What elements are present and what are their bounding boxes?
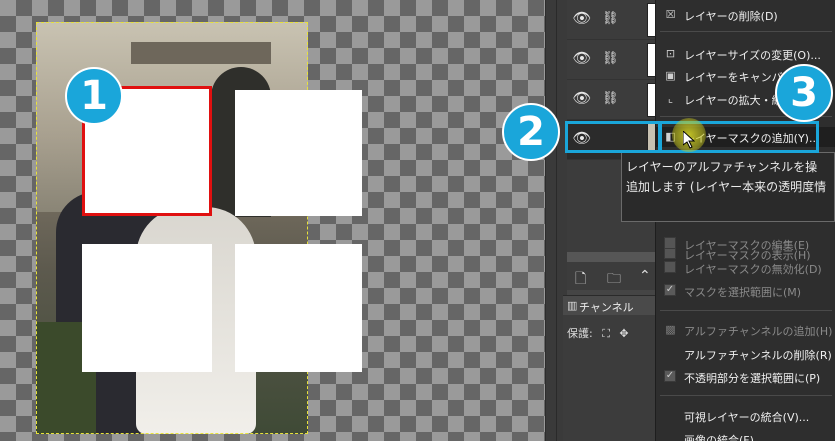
cursor-icon: [683, 131, 695, 149]
menu-item-add-alpha-channel[interactable]: ▩ アルファチャンネルの追加(H): [656, 320, 835, 340]
raise-layer-icon[interactable]: ⌃: [639, 268, 651, 284]
annotation-badge-2: 2: [502, 103, 560, 161]
menu-item-label: レイヤーマスクの無効化(D): [684, 263, 822, 276]
chain-icon[interactable]: ⛓: [602, 10, 619, 28]
chain-icon[interactable]: ⛓: [602, 90, 619, 108]
menu-item-delete-layer[interactable]: ☒ レイヤーの削除(D): [656, 5, 835, 25]
annotation-badge-3: 3: [775, 64, 833, 122]
menu-item-label: 画像の統合(F): [684, 434, 754, 441]
tab-channels[interactable]: ▥ チャンネル: [563, 295, 662, 315]
lock-label: 保護:: [567, 327, 593, 340]
checkbox: ✓: [664, 284, 676, 296]
menu-separator: [660, 31, 832, 32]
tooltip-line: レイヤーのアルファチャンネルを操: [626, 160, 818, 174]
lock-row: 保護: ⛶ ✥: [567, 325, 629, 341]
checkbox: [664, 261, 677, 274]
menu-item-remove-alpha-channel[interactable]: アルファチャンネルの削除(R): [656, 344, 835, 364]
menu-item-layer-boundary-size[interactable]: ⊡ レイヤーサイズの変更(O)...: [656, 44, 835, 64]
menu-separator: [660, 395, 832, 396]
delete-icon: ☒: [665, 8, 676, 21]
menu-separator: [660, 310, 832, 311]
annotation-badge-1: 1: [65, 67, 123, 125]
menu-item-merge-visible[interactable]: 可視レイヤーの統合(V)...: [656, 406, 835, 426]
eye-icon[interactable]: 👁: [572, 10, 592, 26]
chain-icon[interactable]: ⛓: [602, 50, 619, 68]
channels-panel: 保護: ⛶ ✥: [563, 315, 662, 441]
alpha-icon: ▩: [665, 323, 676, 336]
layers-scrollbar[interactable]: [567, 252, 662, 262]
checkbox: ✓: [664, 370, 676, 382]
menu-item-label: レイヤーサイズの変更(O)...: [684, 49, 821, 62]
menu-item-label: レイヤーの拡大・縮: [684, 94, 783, 107]
white-square-bottom-left[interactable]: [82, 244, 212, 372]
resize-icon: ⊡: [665, 47, 676, 60]
menu-item-label: マスクを選択範囲に(M): [684, 286, 802, 299]
new-group-icon[interactable]: 🗀: [607, 268, 621, 292]
scale-icon: ⌞: [667, 92, 674, 105]
menu-item-edit-layer-mask[interactable]: レイヤーマスクの編集(E): [656, 234, 835, 254]
channel-icon: ▥: [567, 299, 578, 312]
menu-item-mask-to-selection[interactable]: ✓ マスクを選択範囲に(M): [656, 281, 835, 301]
highlight-box-step-2: [565, 121, 661, 153]
menu-item-label: 可視レイヤーの統合(V)...: [684, 411, 810, 424]
fit-canvas-icon: ▣: [665, 69, 676, 82]
layers-button-bar: 🗋 🗀 ⌃: [567, 266, 662, 288]
tooltip-line: 追加します (レイヤー本来の透明度情: [626, 180, 827, 194]
menu-item-label: 不透明部分を選択範囲に(P): [684, 372, 821, 385]
white-square-bottom-right[interactable]: [235, 244, 362, 372]
eye-icon[interactable]: 👁: [572, 90, 592, 106]
image-canvas[interactable]: [0, 0, 545, 441]
tooltip: レイヤーのアルファチャンネルを操 追加します (レイヤー本来の透明度情: [621, 152, 835, 222]
menu-item-label: アルファチャンネルの追加(H): [684, 325, 833, 338]
new-layer-icon[interactable]: 🗋: [575, 268, 586, 292]
menu-item-alpha-to-selection[interactable]: ✓ 不透明部分を選択範囲に(P): [656, 367, 835, 387]
menu-item-disable-layer-mask[interactable]: レイヤーマスクの無効化(D): [656, 258, 835, 278]
divider-line: [556, 0, 557, 441]
layer-row[interactable]: 👁 ⛓: [567, 0, 662, 40]
checkbox: [664, 237, 677, 250]
lock-pixels-icon[interactable]: ⛶: [602, 327, 610, 340]
menu-item-label: レイヤーの削除(D): [684, 10, 778, 23]
white-square-top-right[interactable]: [235, 90, 362, 216]
menu-item-label: レイヤーマスクの編集(E): [684, 239, 810, 252]
layer-row[interactable]: 👁 ⛓: [567, 80, 662, 120]
menu-item-flatten-image[interactable]: 画像の統合(F): [656, 429, 835, 441]
tab-channels-label: チャンネル: [579, 301, 634, 314]
menu-item-label: アルファチャンネルの削除(R): [684, 349, 832, 362]
lock-position-icon[interactable]: ✥: [619, 327, 628, 340]
layer-row[interactable]: 👁 ⛓: [567, 40, 662, 80]
eye-icon[interactable]: 👁: [572, 50, 592, 66]
